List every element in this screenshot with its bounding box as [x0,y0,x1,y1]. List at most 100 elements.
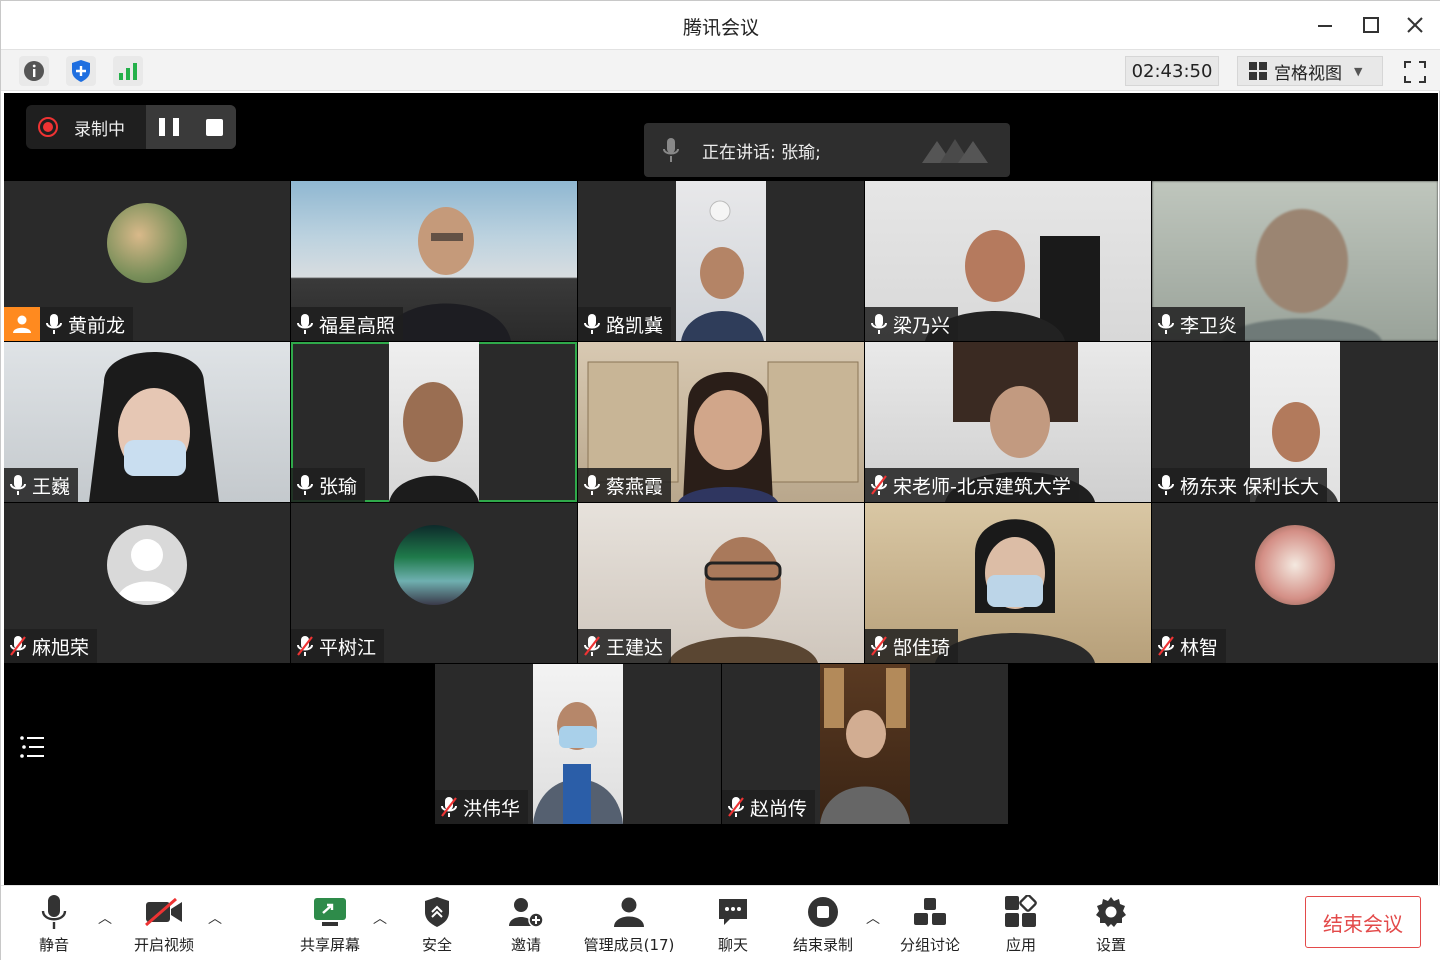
participant-name: 福星高照 [319,314,396,337]
grid-view-icon [1249,62,1267,80]
participant-tile[interactable]: 洪伟华 [435,664,721,824]
microphone-icon [1158,314,1174,334]
participant-namebar: 蔡燕霞 [578,468,672,502]
participant-name: 洪伟华 [463,797,521,820]
participant-tile[interactable]: 蔡燕霞 [578,342,864,502]
shield-icon [425,897,449,927]
participant-name: 梁乃兴 [893,314,951,337]
host-badge [4,307,40,341]
close-icon [1407,17,1423,33]
participant-namebar: 梁乃兴 [865,307,959,341]
maximize-button[interactable] [1357,13,1385,37]
meeting-info-button[interactable] [19,56,49,86]
participant-video [820,664,910,824]
participant-namebar: 麻旭荣 [4,629,98,663]
mic-muted-icon [871,636,887,656]
participant-tile[interactable]: 宋老师-北京建筑大学 [865,342,1151,502]
participant-namebar: 张瑜 [291,468,366,502]
shield-icon [72,60,90,82]
microphone-icon [297,475,313,495]
participant-tile[interactable]: 平树江 [291,503,577,663]
settings-button[interactable]: 设置 [1087,892,1135,956]
participant-tile[interactable]: 黄前龙 [4,181,290,341]
apps-button[interactable]: 应用 [997,892,1045,956]
participant-name: 李卫炎 [1180,314,1238,337]
participant-tile[interactable]: 梁乃兴 [865,181,1151,341]
participant-namebar: 林智 [1152,629,1227,663]
mic-muted-icon [441,797,457,817]
mic-muted-icon [728,797,744,817]
participant-namebar: 路凯冀 [578,307,672,341]
stop-recording-button[interactable] [205,118,223,136]
members-icon [614,897,644,927]
mic-muted-icon [1158,636,1174,656]
apps-label: 应用 [1005,936,1036,954]
participant-tile[interactable]: 王建达 [578,503,864,663]
security-status-button[interactable] [66,56,96,86]
chat-button[interactable]: 聊天 [707,892,759,956]
participant-tile[interactable]: 林智 [1152,503,1438,663]
participant-tile[interactable]: 杨东来 保利长大 [1152,342,1438,502]
person-figure [681,200,764,341]
speaker-avatars [922,139,988,163]
maximize-icon [1363,17,1379,33]
person-figure [533,702,623,824]
participant-name: 郜佳琦 [893,636,951,659]
participant-name: 宋老师-北京建筑大学 [893,475,1071,498]
list-icon [20,736,44,758]
mic-muted-icon [584,636,600,656]
end-recording-button[interactable]: 结束录制 [787,892,859,956]
record-icon [38,117,58,137]
participant-namebar: 郜佳琦 [865,629,959,663]
fullscreen-button[interactable] [1401,58,1429,86]
close-button[interactable] [1401,13,1429,37]
stop-record-icon [808,897,838,927]
participant-tile[interactable]: 福星高照 [291,181,577,341]
participant-tile[interactable]: 王巍 [4,342,290,502]
members-label: 管理成员(17) [583,936,675,954]
participant-list-toggle[interactable] [12,723,52,771]
view-mode-label: 宫格视图 [1274,63,1342,84]
recording-label: 录制中 [74,119,125,140]
chat-icon [719,899,747,925]
participant-name: 林智 [1180,636,1219,659]
microphone-icon [297,314,313,334]
participant-video [533,664,623,824]
participant-tile-speaking[interactable]: 张瑜 [291,342,577,502]
settings-label: 设置 [1095,936,1126,954]
participant-avatar [107,203,187,283]
participant-namebar: 黄前龙 [40,307,134,341]
video-options-caret[interactable]: ︿ [207,910,223,927]
participant-name: 王建达 [606,636,664,659]
audio-options-caret[interactable]: ︿ [97,910,113,927]
meeting-timer: 02:43:50 [1125,56,1219,86]
microphone-icon [46,314,62,334]
fullscreen-icon [1404,61,1426,83]
network-status-button[interactable] [113,56,143,86]
manage-members-button[interactable]: 管理成员(17) [579,892,679,956]
participant-tile[interactable]: 郜佳琦 [865,503,1151,663]
record-options-caret[interactable]: ︿ [865,910,881,927]
share-screen-button[interactable]: 共享屏幕 [295,892,365,956]
security-button[interactable]: 安全 [411,892,463,956]
mute-button[interactable]: 静音 [29,892,79,956]
view-mode-dropdown[interactable]: 宫格视图 ▼ [1237,56,1383,86]
participant-tile[interactable]: 赵尚传 [722,664,1008,824]
mic-muted-icon [10,636,26,656]
minimize-button[interactable] [1311,13,1339,37]
share-options-caret[interactable]: ︿ [372,910,388,927]
invite-button[interactable]: 邀请 [501,892,551,956]
participant-tile[interactable]: 路凯冀 [578,181,864,341]
participant-tile[interactable]: 李卫炎 [1152,181,1438,341]
microphone-icon [41,895,67,929]
participant-namebar: 李卫炎 [1152,307,1246,341]
breakout-rooms-button[interactable]: 分组讨论 [895,892,965,956]
participant-tile[interactable]: 麻旭荣 [4,503,290,663]
meeting-toolbar: 静音 ︿ 开启视频 ︿ 共享屏幕 ︿ 安全 邀请 管理成员(17) 聊天 结束录… [1,885,1440,961]
pause-recording-button[interactable] [159,118,180,136]
signal-icon [119,63,137,80]
end-meeting-button[interactable]: 结束会议 [1305,896,1421,948]
person-figure [820,668,910,824]
participant-name: 路凯冀 [606,314,664,337]
start-video-button[interactable]: 开启视频 [129,892,199,956]
